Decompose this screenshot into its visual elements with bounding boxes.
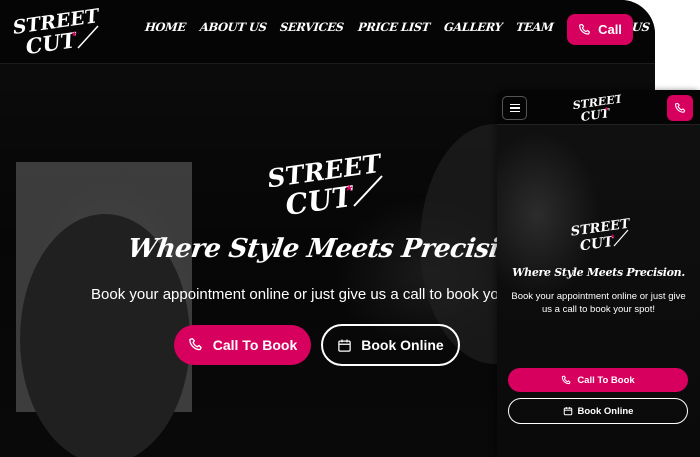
call-to-book-button[interactable]: Call To Book	[174, 325, 311, 365]
mobile-hero-star-icon: *	[611, 233, 615, 243]
nav-item-price-list[interactable]: PRICE LIST	[357, 20, 430, 34]
call-to-book-label: Call To Book	[212, 337, 298, 353]
book-online-label: Book Online	[361, 337, 444, 353]
hero-title: Where Style Meets Precision	[125, 234, 536, 264]
site-header: STREET CUT * HOME ABOUT US SERVICES PRIC…	[0, 0, 655, 64]
mobile-call-button[interactable]	[667, 95, 693, 121]
mobile-call-to-book-button[interactable]: Call To Book	[508, 368, 688, 392]
phone-icon	[188, 338, 202, 351]
mobile-hero-logo: STREET CUT *	[570, 217, 630, 253]
nav-item-gallery[interactable]: GALLERY	[443, 20, 503, 34]
mobile-hero-title: Where Style Meets Precision.	[512, 266, 685, 279]
header-call-button[interactable]: Call	[567, 14, 633, 45]
nav-item-services[interactable]: SERVICES	[280, 20, 345, 34]
mobile-book-online-label: Book Online	[577, 405, 634, 417]
header-call-label: Call	[598, 22, 622, 37]
phone-icon	[579, 23, 591, 35]
hamburger-menu-icon[interactable]	[502, 96, 527, 120]
hero-logo-star-icon: *	[346, 183, 353, 200]
mobile-book-online-button[interactable]: Book Online	[508, 398, 688, 424]
logo-star-icon: *	[72, 29, 77, 43]
nav-item-about-us[interactable]: ABOUT US	[199, 20, 267, 34]
mobile-view: STREET CUT * STREET CUT * Where Style Me…	[497, 90, 700, 457]
nav-item-home[interactable]: HOME	[144, 20, 186, 34]
book-online-button[interactable]: Book Online	[321, 324, 460, 366]
phone-icon	[674, 102, 685, 113]
mobile-logo[interactable]: STREET CUT *	[571, 93, 621, 123]
calendar-icon	[563, 407, 572, 416]
street-cut-logo[interactable]: STREET CUT *	[10, 6, 102, 58]
hero-subtitle: Book your appointment online or just giv…	[91, 286, 549, 303]
mobile-call-to-book-label: Call To Book	[577, 374, 635, 386]
mobile-hero-section: STREET CUT * Where Style Meets Precision…	[497, 125, 700, 457]
mobile-header: STREET CUT *	[497, 90, 700, 125]
hero-logo: STREET CUT *	[266, 150, 385, 220]
nav-item-team[interactable]: TEAM	[515, 20, 554, 34]
phone-icon	[562, 375, 571, 384]
calendar-icon	[338, 339, 352, 352]
mobile-hero-subtitle: Book your appointment online or just giv…	[511, 291, 686, 315]
